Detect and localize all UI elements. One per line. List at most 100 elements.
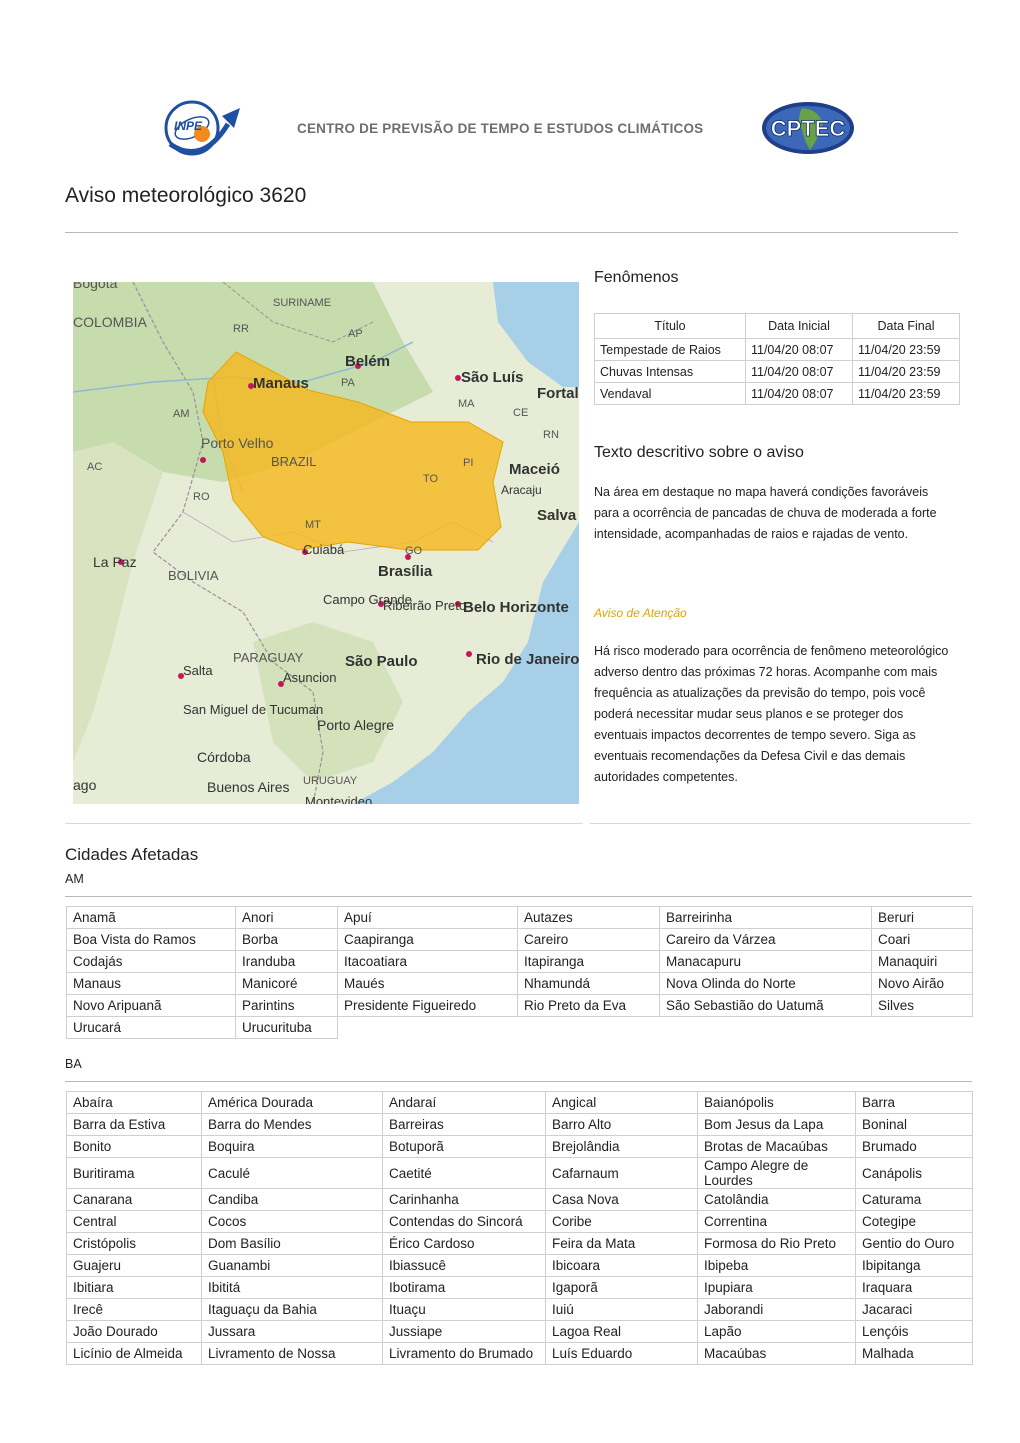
map-label: URUGUAY bbox=[303, 775, 358, 787]
city-cell: Urucará bbox=[66, 1016, 236, 1039]
city-cell: Formosa do Rio Preto bbox=[697, 1232, 856, 1255]
city-cell: Boninal bbox=[855, 1113, 973, 1136]
city-cell: Urucurituba bbox=[235, 1016, 338, 1039]
map-label: Cuiabá bbox=[303, 542, 345, 557]
city-cell: Buritirama bbox=[66, 1157, 202, 1189]
map-label: Manaus bbox=[253, 375, 309, 392]
city-cell: Cocos bbox=[201, 1210, 383, 1233]
city-cell: Baianópolis bbox=[697, 1091, 856, 1114]
map-label: Aracaju bbox=[501, 483, 542, 497]
table-cell: 11/04/20 23:59 bbox=[851, 382, 961, 405]
map-label: ago bbox=[73, 777, 97, 793]
alert-level-label: Aviso de Atenção bbox=[594, 606, 687, 620]
map-label: Córdoba bbox=[197, 749, 251, 765]
phenomena-heading: Fenômenos bbox=[594, 269, 679, 286]
city-cell: Borba bbox=[235, 928, 338, 951]
state-divider bbox=[65, 1081, 972, 1082]
city-cell: Novo Aripuanã bbox=[66, 994, 236, 1017]
text-divider bbox=[590, 823, 971, 824]
city-cell: Barra bbox=[855, 1091, 973, 1114]
city-cell: Manaus bbox=[66, 972, 236, 995]
column-header: Título bbox=[594, 313, 746, 339]
map-label: SURINAME bbox=[273, 297, 331, 309]
map-label: PARAGUAY bbox=[233, 650, 304, 665]
city-cell: Ipupiara bbox=[697, 1276, 856, 1299]
map-label: San Miguel de Tucuman bbox=[183, 702, 323, 717]
city-cell: Canarana bbox=[66, 1188, 202, 1211]
city-cell: Abaíra bbox=[66, 1091, 202, 1114]
table-row: Barra da Estiva Barra do Mendes Barreiras B… bbox=[66, 1113, 973, 1136]
city-cell: Itacoatiara bbox=[337, 950, 518, 973]
city-cell: Lençóis bbox=[855, 1320, 973, 1343]
map-divider bbox=[65, 823, 583, 824]
city-cell: Ituaçu bbox=[382, 1298, 546, 1321]
cities-table-am: Anamã Anori Apuí Autazes Barreirinha Beruri Bo… bbox=[66, 906, 973, 1039]
map-label: AC bbox=[87, 461, 102, 473]
city-cell: América Dourada bbox=[201, 1091, 383, 1114]
map-label: PI bbox=[463, 457, 473, 469]
table-row: Cristópolis Dom Basílio Érico Cardoso Feira… bbox=[66, 1232, 973, 1255]
city-cell: Manacapuru bbox=[659, 950, 872, 973]
map-label: RO bbox=[193, 491, 210, 503]
city-cell: Itapiranga bbox=[517, 950, 660, 973]
city-cell: Iraquara bbox=[855, 1276, 973, 1299]
city-cell: Cristópolis bbox=[66, 1232, 202, 1255]
map-label: Fortal bbox=[537, 385, 579, 402]
map-label: TO bbox=[423, 473, 439, 485]
table-row: João Dourado Jussara Jussiape Lagoa Real Lap… bbox=[66, 1320, 973, 1343]
table-row: Buritirama Caculé Caetité Cafarnaum Campo Al… bbox=[66, 1157, 973, 1189]
table-row: Manaus Manicoré Maués Nhamundá Nova Olinda d… bbox=[66, 972, 973, 995]
city-cell: Barreiras bbox=[382, 1113, 546, 1136]
city-cell: Jaborandi bbox=[697, 1298, 856, 1321]
city-cell: Livramento de Nossa bbox=[201, 1342, 383, 1365]
title-divider bbox=[65, 232, 958, 233]
map-svg: Bogota SURINAME COLOMBIA RR AP Belém São… bbox=[73, 282, 579, 804]
city-cell: Boa Vista do Ramos bbox=[66, 928, 236, 951]
map-label: BOLIVIA bbox=[168, 568, 219, 583]
city-cell: Gentio do Ouro bbox=[855, 1232, 973, 1255]
city-cell: Rio Preto da Eva bbox=[517, 994, 660, 1017]
column-header: Data Final bbox=[851, 313, 961, 339]
city-cell: Érico Cardoso bbox=[382, 1232, 546, 1255]
table-row: Central Cocos Contendas do Sincorá Coribe Co… bbox=[66, 1210, 973, 1233]
city-cell: Bom Jesus da Lapa bbox=[697, 1113, 856, 1136]
table-row: Boa Vista do Ramos Borba Caapiranga Careiro… bbox=[66, 928, 973, 951]
city-cell: Cafarnaum bbox=[545, 1157, 698, 1189]
map-label: RR bbox=[233, 323, 249, 335]
page-header: INPE CENTRO DE PREVISÃO DE TEMPO E ESTUD… bbox=[0, 0, 1020, 175]
city-cell: Ibipeba bbox=[697, 1254, 856, 1277]
city-cell: Cotegipe bbox=[855, 1210, 973, 1233]
alert-map[interactable]: Bogota SURINAME COLOMBIA RR AP Belém São… bbox=[73, 282, 579, 804]
cities-heading: Cidades Afetadas bbox=[65, 845, 199, 864]
city-cell: Autazes bbox=[517, 906, 660, 929]
cptec-logo: CPTEC bbox=[762, 102, 854, 154]
map-label: BRAZIL bbox=[271, 454, 317, 469]
table-cell: 11/04/20 08:07 bbox=[744, 360, 853, 383]
table-row: Codajás Iranduba Itacoatiara Itapiranga Mana… bbox=[66, 950, 973, 973]
city-cell: Codajás bbox=[66, 950, 236, 973]
city-cell: Presidente Figueiredo bbox=[337, 994, 518, 1017]
city-cell: Malhada bbox=[855, 1342, 973, 1365]
city-cell: Novo Airão bbox=[871, 972, 973, 995]
city-cell: Campo Alegre de Lourdes bbox=[697, 1157, 856, 1189]
city-cell: Barreirinha bbox=[659, 906, 872, 929]
city-cell: Brejolândia bbox=[545, 1135, 698, 1158]
map-label: Bogota bbox=[73, 282, 118, 291]
risk-text: Há risco moderado para ocorrência de fen… bbox=[594, 644, 949, 784]
city-cell: Beruri bbox=[871, 906, 973, 929]
city-cell: João Dourado bbox=[66, 1320, 202, 1343]
city-cell: Coari bbox=[871, 928, 973, 951]
city-cell: Andaraí bbox=[382, 1091, 546, 1114]
table-row: Licínio de Almeida Livramento de Nossa Liv… bbox=[66, 1342, 973, 1365]
table-cell: Vendaval bbox=[594, 382, 746, 405]
table-row: Irecê Itaguaçu da Bahia Ituaçu Iuiú Jaborand… bbox=[66, 1298, 973, 1321]
city-cell: Ibipitanga bbox=[855, 1254, 973, 1277]
city-cell: Catolândia bbox=[697, 1188, 856, 1211]
empty-cell bbox=[338, 1017, 518, 1039]
city-cell: Casa Nova bbox=[545, 1188, 698, 1211]
city-cell: Lagoa Real bbox=[545, 1320, 698, 1343]
table-row: Ibitiara Ibititá Ibotirama Igaporã Ipupiara I… bbox=[66, 1276, 973, 1299]
city-cell: Careiro bbox=[517, 928, 660, 951]
table-row: Bonito Boquira Botuporã Brejolândia Brotas d… bbox=[66, 1135, 973, 1158]
map-label: La Paz bbox=[93, 554, 137, 570]
